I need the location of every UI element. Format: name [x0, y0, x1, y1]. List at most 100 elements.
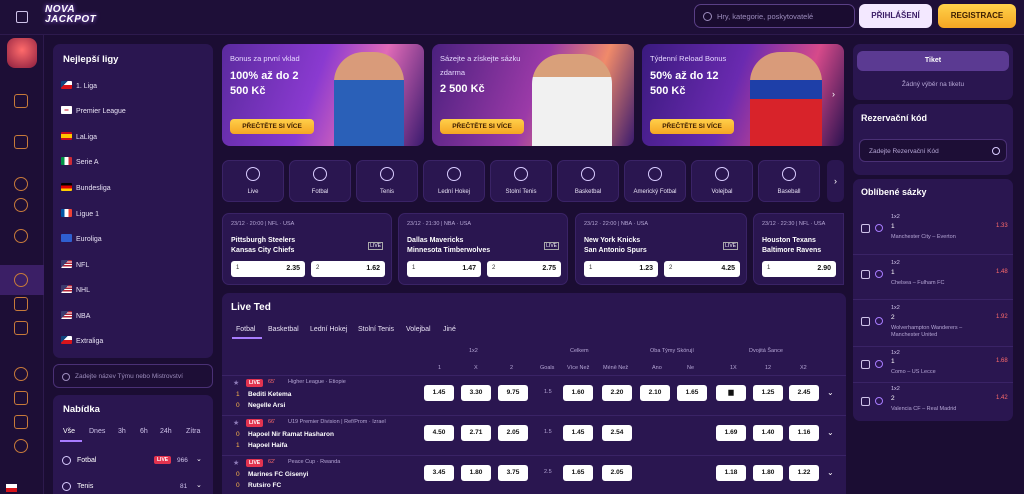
sport-tile-football[interactable]: Fotbal — [289, 160, 351, 202]
locked-odd-button[interactable]: ▆ — [716, 385, 746, 401]
checkbox[interactable] — [861, 397, 870, 406]
league-item[interactable]: NHL — [61, 285, 90, 294]
league-item[interactable]: NFL — [61, 260, 89, 269]
odd-button[interactable]: 1.80 — [753, 465, 783, 481]
checkbox[interactable] — [861, 317, 870, 326]
odd-button[interactable]: 1.65 — [563, 465, 593, 481]
offer-sport-row[interactable]: Fotbal LIVE 966 ⌄ — [53, 450, 213, 472]
favorite-star-icon[interactable]: ★ — [233, 379, 239, 387]
odd-button[interactable]: 1.16 — [789, 425, 819, 441]
ticket-tab[interactable]: Tiket — [857, 51, 1009, 71]
sport-tile-tennis[interactable]: Tenis — [356, 160, 418, 202]
award-icon[interactable] — [14, 367, 28, 381]
odd-button[interactable]: 2 4.25 — [664, 261, 740, 277]
team-search-input[interactable]: Zadejte název Týmu nebo Mistrovství — [53, 364, 213, 388]
odd-button[interactable]: 1.22 — [789, 465, 819, 481]
offer-tab-6h[interactable]: 6h — [140, 428, 148, 435]
odd-button[interactable]: 1.45 — [424, 385, 454, 401]
menu-toggle-icon[interactable] — [16, 11, 28, 23]
odd-button[interactable]: 1.40 — [753, 425, 783, 441]
avatar[interactable] — [7, 38, 37, 68]
odd-button[interactable]: 2.45 — [789, 385, 819, 401]
promo-banner[interactable]: Bonus za první vklad 100% až do 2 500 Kč… — [222, 44, 424, 146]
favorite-bet-item[interactable]: 1x2 1 Manchester City – Everton 1.33 — [853, 207, 1013, 255]
logo[interactable]: NOVA JACKPOT — [45, 5, 117, 27]
league-item[interactable]: NBA — [61, 311, 90, 320]
sport-tile-volleyball[interactable]: Volejbal — [691, 160, 753, 202]
live-tab-other[interactable]: Jiné — [443, 326, 456, 333]
match-card[interactable]: 23/12 · 21:30 | NBA · USA LIVE Dallas Ma… — [398, 213, 568, 285]
odd-button[interactable]: 2.54 — [602, 425, 632, 441]
sport-tile-baseball[interactable]: Baseball — [758, 160, 820, 202]
league-item[interactable]: Premier League — [61, 106, 126, 115]
odd-button[interactable]: 1.69 — [716, 425, 746, 441]
match-card[interactable]: 23/12 · 20:00 | NFL · USA LIVE Pittsburg… — [222, 213, 392, 285]
offer-sport-row[interactable]: Tenis 81 ⌄ — [53, 479, 213, 494]
favorite-bet-item[interactable]: 1x2 2 Valencia CF – Real Madrid 1.42 — [853, 383, 1013, 419]
home-icon[interactable] — [14, 135, 28, 149]
offer-tab-3h[interactable]: 3h — [118, 428, 126, 435]
favorite-bet-item[interactable]: 1x2 2 Wolverhampton Wanderers – Manchest… — [853, 300, 1013, 347]
league-item[interactable]: Ligue 1 — [61, 209, 99, 218]
checkbox[interactable] — [861, 270, 870, 279]
sport-tile-american-football[interactable]: Americký Fotbal — [624, 160, 686, 202]
sport-tile-basketball[interactable]: Basketbal — [557, 160, 619, 202]
chevron-down-icon[interactable]: ⌄ — [827, 428, 834, 437]
league-item[interactable]: LaLiga — [61, 132, 97, 141]
odd-button[interactable]: 2 2.75 — [487, 261, 561, 277]
gamepad-icon[interactable] — [14, 321, 28, 335]
sports-bar-next-button[interactable]: › — [827, 160, 844, 202]
headset-icon[interactable] — [14, 439, 28, 453]
promo-cta-button[interactable]: PŘEČTĚTE SI VÍCE — [650, 119, 734, 134]
odd-button[interactable]: 3.75 — [498, 465, 528, 481]
odd-button[interactable]: 2.05 — [602, 465, 632, 481]
settings-icon[interactable] — [14, 177, 28, 191]
gift-icon[interactable] — [14, 94, 28, 108]
odd-button[interactable]: 1.65 — [677, 385, 707, 401]
favorite-star-icon[interactable]: ★ — [233, 419, 239, 427]
favorite-bet-item[interactable]: 1x2 1 Como – US Lecce 1.68 — [853, 347, 1013, 383]
odd-button[interactable]: 1 2.35 — [231, 261, 305, 277]
odd-button[interactable]: 2.05 — [498, 425, 528, 441]
live-tab-ice-hockey[interactable]: Lední Hokej — [310, 326, 347, 333]
live-icon[interactable] — [14, 297, 28, 311]
help-icon[interactable] — [14, 229, 28, 243]
live-tab-table-tennis[interactable]: Stolní Tenis — [358, 326, 394, 333]
offer-tab-24h[interactable]: 24h — [160, 428, 172, 435]
sport-tile-ice-hockey[interactable]: Lední Hokej — [423, 160, 485, 202]
odd-button[interactable]: 1 1.47 — [407, 261, 481, 277]
odd-button[interactable]: 1 2.90 — [762, 261, 836, 277]
search-input[interactable]: Hry, kategorie, poskytovatelé — [694, 4, 855, 28]
odd-button[interactable]: 9.75 — [498, 385, 528, 401]
group-header-1x2[interactable]: 1x2 — [469, 348, 478, 354]
league-item[interactable]: Euroliga — [61, 234, 102, 243]
odd-button[interactable]: 1.80 — [461, 465, 491, 481]
odd-button[interactable]: 1.25 — [753, 385, 783, 401]
odd-button[interactable]: 1.18 — [716, 465, 746, 481]
group-header-btts[interactable]: Oba Týmy Skórují — [650, 348, 694, 354]
chevron-down-icon[interactable]: ⌄ — [827, 388, 834, 397]
trophy-icon[interactable] — [14, 391, 28, 405]
promo-cta-button[interactable]: PŘEČTĚTE SI VÍCE — [230, 119, 314, 134]
live-match-row[interactable]: ★ LIVE 65' Higher League · Etiopie 1 Bed… — [222, 375, 846, 413]
live-tab-football[interactable]: Fotbal — [236, 326, 255, 333]
login-button[interactable]: PŘIHLÁŠENÍ — [859, 4, 932, 28]
promo-icon[interactable] — [14, 415, 28, 429]
odd-button[interactable]: 3.45 — [424, 465, 454, 481]
offer-tab-today[interactable]: Dnes — [89, 428, 105, 435]
favorite-bet-item[interactable]: 1x2 1 Chelsea – Fulham FC 1.48 — [853, 255, 1013, 300]
checkbox[interactable] — [861, 360, 870, 369]
promo-cta-button[interactable]: PŘEČTĚTE SI VÍCE — [440, 119, 524, 134]
match-card[interactable]: 23/12 · 22:00 | NBA · USA LIVE New York … — [575, 213, 747, 285]
live-match-row[interactable]: ★ LIVE 66' U19 Premier Division | Ref/Pr… — [222, 415, 846, 453]
chevron-right-icon[interactable]: › — [832, 89, 835, 99]
live-tab-volleyball[interactable]: Volejbal — [406, 326, 431, 333]
offer-tab-tomorrow[interactable]: Zítra — [186, 428, 200, 435]
live-match-row[interactable]: ★ LIVE 62' Peace Cup · Rwanda 0 Marines … — [222, 455, 846, 493]
odd-button[interactable]: 2.10 — [640, 385, 670, 401]
league-item[interactable]: 1. Liga — [61, 81, 97, 90]
register-button[interactable]: REGISTRACE — [938, 4, 1016, 28]
checkbox[interactable] — [861, 224, 870, 233]
language-flag-icon[interactable] — [6, 484, 17, 492]
promo-banner[interactable]: Týdenní Reload Bonus 50% až do 12 500 Kč… — [642, 44, 844, 146]
